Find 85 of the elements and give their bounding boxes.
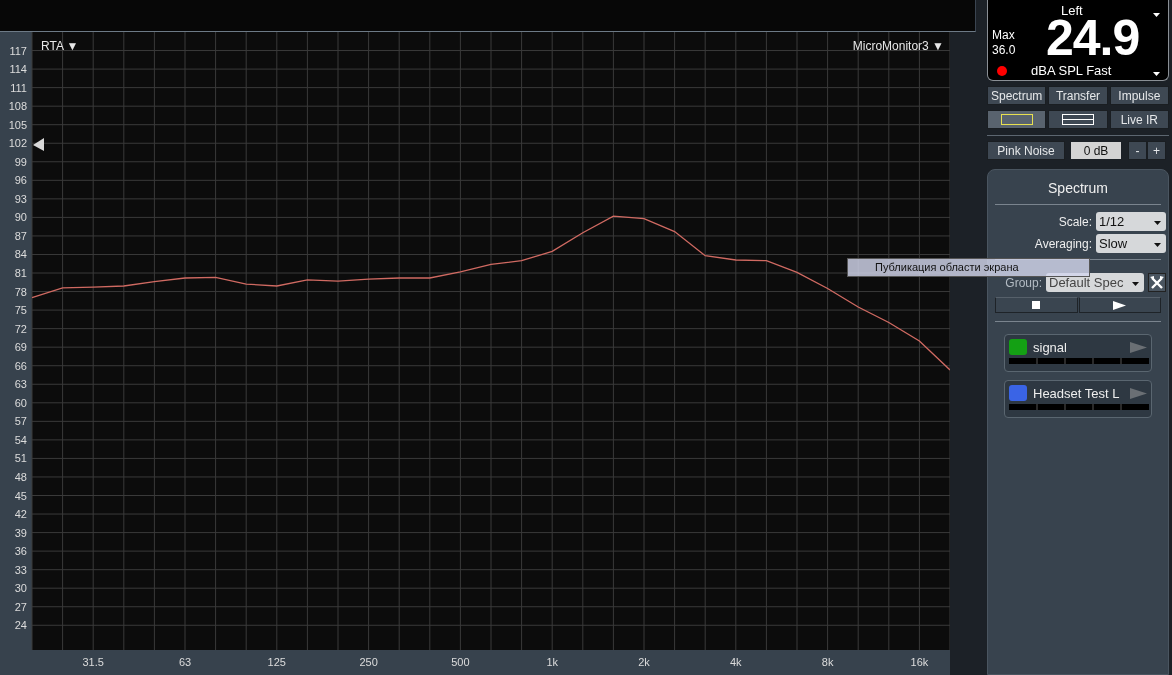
x-tick-label: 63 [178,656,192,668]
tools-button[interactable] [1148,273,1166,292]
caret-icon [1154,221,1161,225]
y-tick-label: 93 [14,192,27,205]
y-tick-label: 63 [14,378,27,391]
x-tick-label: 8k [821,656,834,668]
noise-generator-button[interactable]: Pink Noise [987,141,1065,160]
y-tick-label: 117 [9,44,27,57]
y-tick-label: 72 [14,322,27,335]
y-tick-label: 30 [14,582,27,595]
view-tab[interactable]: Spectrum [987,86,1047,105]
caret-icon [1132,282,1139,286]
y-tick-label: 81 [14,267,27,279]
plus-button[interactable]: + [1147,141,1166,160]
unit-label[interactable]: dBA SPL Fast [1031,63,1112,78]
x-tick-label: 500 [451,656,470,668]
y-tick-label: 39 [14,526,27,539]
y-tick-label: 57 [14,415,27,428]
layout-button[interactable] [1048,110,1108,129]
x-tick-label: 1k [546,656,558,668]
x-tick-label: 125 [267,656,286,668]
level-reading: 24.9 [1046,18,1140,58]
play-button[interactable] [1078,297,1161,313]
x-tick-label: 4k [730,656,742,668]
scale-dropdown[interactable]: 1/12 [1096,212,1166,231]
y-tick-label: 42 [14,508,27,521]
stop-icon [1032,301,1041,309]
channel-label[interactable]: Left [1061,3,1083,18]
play-icon [1113,300,1127,310]
y-tick-label: 96 [14,174,27,187]
caret-icon [1154,243,1161,247]
measurement-card[interactable]: signal [1004,334,1152,372]
max-value: 36.0 [992,43,1016,57]
y-tick-label: 51 [14,452,27,465]
y-tick-label: 108 [8,100,27,113]
scale-label: Scale: [1058,214,1092,229]
y-tick-label: 54 [14,433,27,446]
group-dropdown[interactable]: Default Spec [1046,273,1144,292]
y-tick-label: 78 [14,285,27,298]
y-tick-label: 48 [14,470,27,483]
level-marker-icon[interactable] [33,138,44,151]
measurement-name: signal [1033,339,1067,355]
tooltip: Публикация области экрана [847,258,1090,277]
y-tick-label: 69 [14,341,27,354]
group-label: Group: [1005,275,1042,290]
y-tick-label: 111 [10,81,27,94]
x-tick-label: 250 [359,656,378,668]
view-tab[interactable]: Impulse [1109,86,1169,105]
stop-button[interactable] [995,297,1078,313]
y-tick-label: 36 [14,545,27,558]
level-field[interactable]: 0 dB [1071,142,1121,159]
caret-icon[interactable] [1153,13,1160,17]
y-tick-label: 84 [14,248,27,261]
layout-button[interactable]: Live IR [1109,110,1169,129]
y-tick-label: 24 [14,619,27,632]
x-tick-label: 16k [910,656,929,668]
mode-menu[interactable]: RTA ▼ [41,39,79,53]
averaging-dropdown[interactable]: Slow [1096,234,1166,253]
y-tick-label: 27 [14,600,27,613]
y-tick-label: 90 [14,211,27,224]
y-tick-label: 75 [14,304,27,317]
layout-button[interactable] [987,110,1047,129]
x-tick-label: 31.5 [82,656,104,668]
y-tick-label: 45 [14,489,27,502]
y-tick-label: 87 [14,229,27,242]
tools-icon [1150,275,1164,290]
split-pane-icon [1062,114,1094,125]
device-menu[interactable]: MicroMonitor3 ▼ [852,39,944,53]
y-tick-label: 105 [8,118,27,131]
panel-title: Spectrum [1048,180,1108,196]
y-tick-label: 60 [14,396,27,409]
x-tick-label: 2k [638,656,650,668]
minus-button[interactable]: - [1128,141,1147,160]
caret-icon[interactable] [1153,72,1160,76]
averaging-label: Averaging: [1034,236,1092,251]
measurement-card[interactable]: Headset Test L [1004,380,1152,418]
max-label: Max [992,28,1015,42]
measurement-name: Headset Test L [1033,385,1120,401]
y-tick-label: 114 [9,63,27,76]
single-pane-icon [1000,114,1033,125]
y-tick-label: 66 [14,359,27,372]
view-tab[interactable]: Transfer [1048,86,1108,105]
y-tick-label: 102 [8,137,27,150]
y-tick-label: 99 [14,155,27,168]
y-tick-label: 33 [14,563,27,576]
